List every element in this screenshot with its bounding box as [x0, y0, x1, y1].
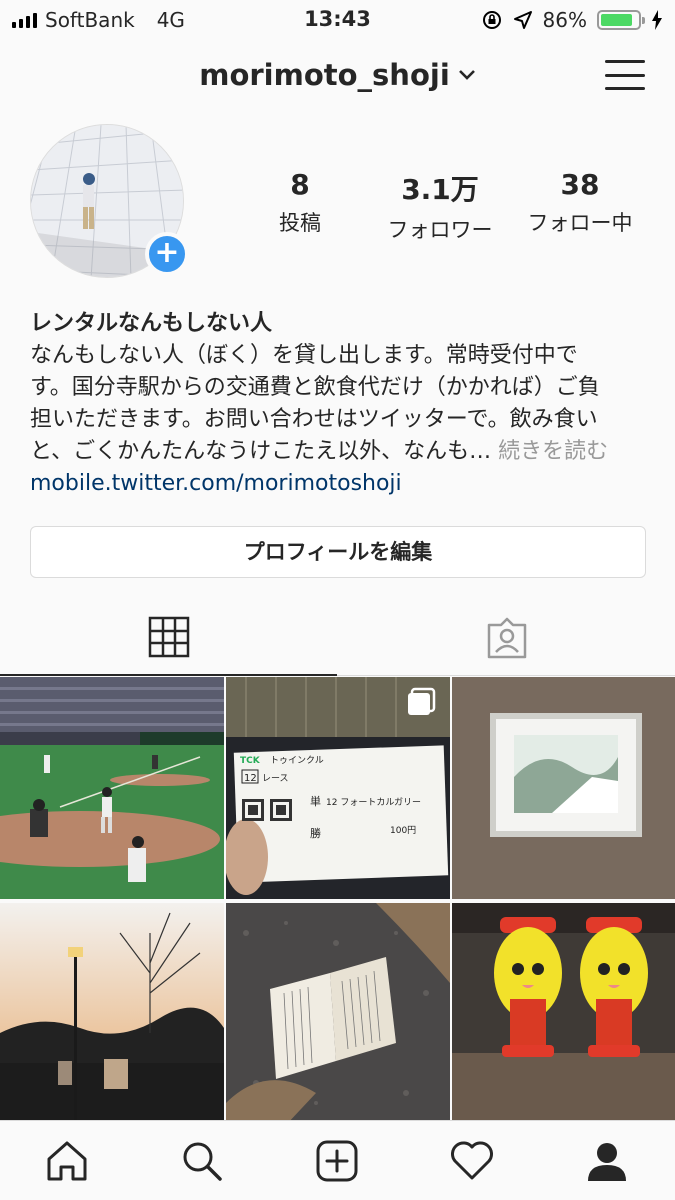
ticket-bet-type-1: 単	[310, 794, 321, 808]
post-thumbnail[interactable]	[0, 903, 224, 1125]
status-bar: SoftBank 4G 13:43 86%	[0, 0, 675, 40]
ticket-race-label: レース	[262, 774, 289, 784]
bio-line: す。国分寺駅からの交通費と飲食代だけ（かかれば）ご負	[30, 375, 600, 400]
framed-picture-photo	[452, 677, 675, 899]
toy-dispensers-photo	[452, 903, 675, 1125]
bottom-nav	[0, 1120, 675, 1200]
bio-line: なんもしない人（ぼく）を貸し出します。常時受付中で	[30, 343, 578, 368]
add-story-button[interactable]: +	[145, 232, 189, 276]
followers-label: フォロワー	[387, 218, 493, 242]
profile-stats: 8 投稿 3.1万 フォロワー 38 フォロー中	[230, 168, 650, 244]
posts-stat[interactable]: 8 投稿	[230, 168, 370, 244]
ticket-bet-type-2: 勝	[310, 826, 321, 840]
svg-text:TCK: TCK	[240, 756, 261, 766]
ticket-brand: トゥインクル	[270, 755, 324, 766]
following-count: 38	[560, 168, 600, 201]
profile-tabs	[0, 600, 675, 676]
username-switcher[interactable]: morimoto_shoji	[0, 58, 675, 92]
post-thumbnail[interactable]	[452, 903, 675, 1125]
nav-home[interactable]	[43, 1137, 91, 1185]
post-thumbnail[interactable]	[452, 677, 675, 899]
hamburger-menu-icon[interactable]	[605, 58, 645, 92]
post-thumbnail[interactable]	[226, 903, 450, 1125]
baseball-photo	[0, 677, 224, 899]
edit-profile-button[interactable]: プロフィールを編集	[30, 526, 646, 578]
posts-label: 投稿	[279, 211, 321, 235]
bio-line: 担いただきます。お問い合わせはツイッターで。飲み食い	[30, 407, 598, 432]
charging-icon	[652, 10, 662, 30]
nav-search[interactable]	[178, 1137, 226, 1185]
profile-bio: レンタルなんもしない人 なんもしない人（ぼく）を貸し出します。常時受付中で す。…	[30, 308, 650, 500]
battery-percent: 86%	[542, 8, 587, 32]
tab-tagged[interactable]	[338, 600, 675, 676]
heart-icon	[451, 1141, 493, 1180]
nav-activity[interactable]	[448, 1137, 496, 1185]
book-photo	[226, 903, 450, 1125]
followers-stat[interactable]: 3.1万 フォロワー	[370, 168, 510, 244]
website-link[interactable]: mobile.twitter.com/morimotoshoji	[30, 468, 650, 500]
tab-grid[interactable]	[0, 600, 337, 676]
rotation-lock-icon	[482, 11, 501, 29]
bio-text: なんもしない人（ぼく）を貸し出します。常時受付中で す。国分寺駅からの交通費と飲…	[30, 340, 650, 468]
following-stat[interactable]: 38 フォロー中	[510, 168, 650, 244]
ticket-race-no: 12	[244, 773, 257, 784]
username: morimoto_shoji	[199, 58, 450, 92]
following-label: フォロー中	[527, 211, 633, 235]
ticket-horse: 12 フォートカルガリー	[326, 797, 421, 808]
add-post-icon	[316, 1140, 358, 1182]
betting-ticket-photo: TCK トゥインクル 12 レース 単 勝 12 フォートカルガリー 100円	[226, 677, 450, 899]
status-right: 86%	[481, 8, 663, 32]
bio-line-last: と、ごくかんたんなうけこたえ以外、なんも… 続きを読む	[30, 436, 650, 468]
display-name: レンタルなんもしない人	[30, 311, 273, 336]
tagged-person-icon	[487, 617, 526, 659]
post-thumbnail[interactable]	[0, 677, 224, 899]
followers-count: 3.1万	[401, 173, 479, 206]
nav-profile[interactable]	[583, 1137, 631, 1185]
read-more-link[interactable]: 続きを読む	[498, 439, 608, 464]
search-icon	[183, 1142, 222, 1181]
sunset-photo	[0, 903, 224, 1125]
ticket-amount: 100円	[390, 825, 416, 836]
home-icon	[47, 1141, 87, 1181]
bio-line: と、ごくかんたんなうけこたえ以外、なんも…	[30, 439, 492, 464]
chevron-down-icon	[458, 70, 475, 80]
location-icon	[513, 11, 532, 29]
posts-count: 8	[290, 168, 310, 201]
battery-icon	[597, 10, 645, 30]
profile-header: morimoto_shoji	[0, 52, 675, 102]
post-thumbnail[interactable]: TCK トゥインクル 12 レース 単 勝 12 フォートカルガリー 100円	[226, 677, 450, 899]
battery-level	[601, 14, 632, 26]
profile-icon	[588, 1143, 626, 1181]
nav-add[interactable]	[313, 1137, 361, 1185]
grid-icon	[148, 616, 189, 658]
